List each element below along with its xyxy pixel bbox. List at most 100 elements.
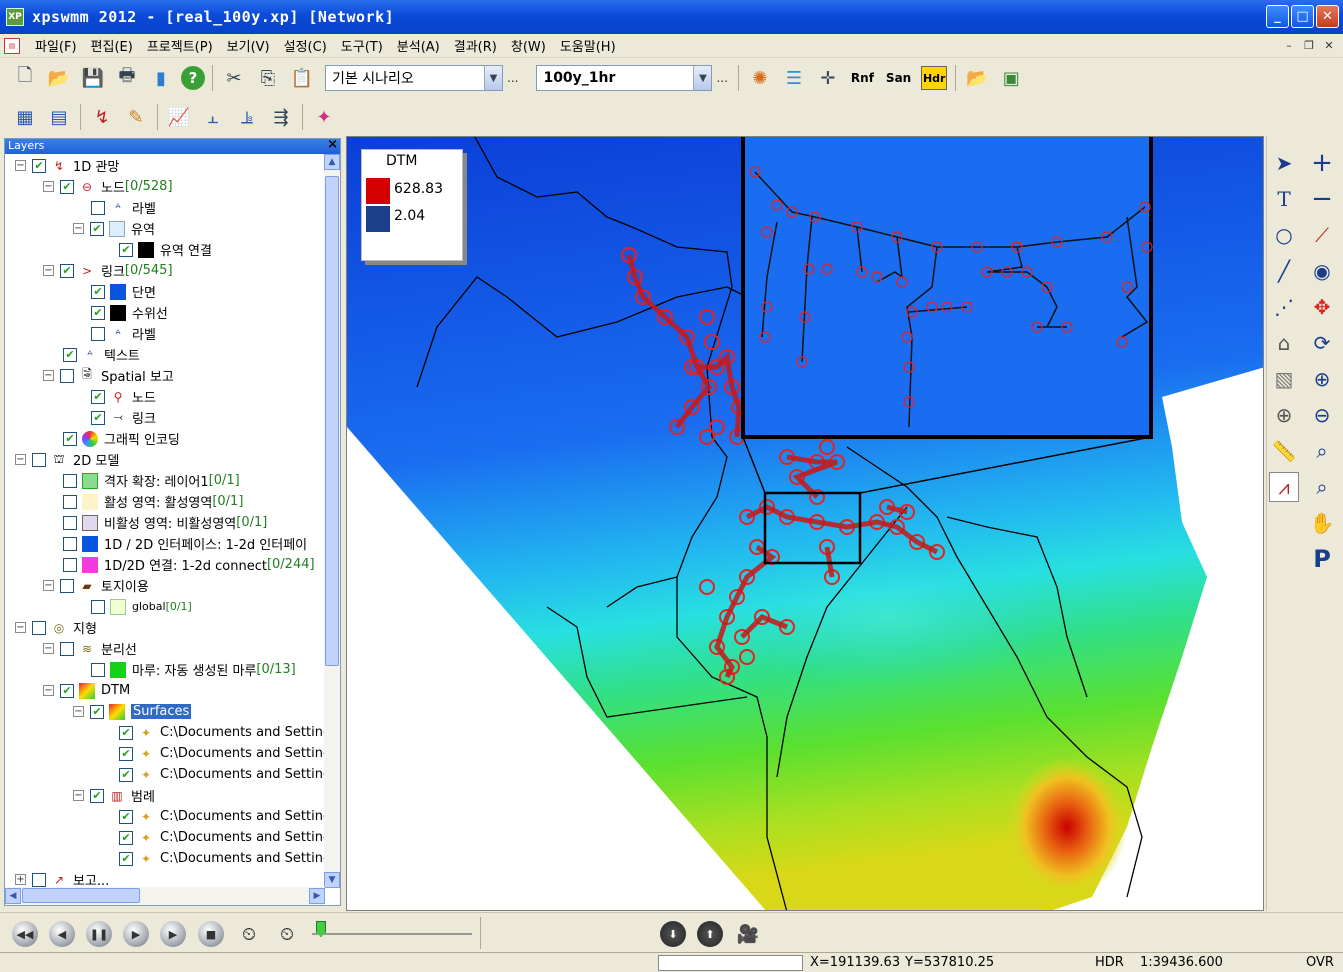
select-arrow-icon[interactable]: ➤: [1269, 148, 1299, 178]
collapse-toggle[interactable]: −: [73, 706, 84, 717]
layer-checkbox[interactable]: ✔: [63, 347, 77, 362]
step-forward-icon[interactable]: ▶: [123, 921, 149, 947]
tree-row[interactable]: ✔ ✦ C:\Documents and Setting: [119, 743, 325, 764]
move-arrows-icon[interactable]: ✥: [1307, 292, 1337, 322]
table-edit-icon[interactable]: ▤: [45, 103, 73, 131]
graph-tool-icon[interactable]: ⩘: [1269, 472, 1299, 502]
layer-checkbox[interactable]: [60, 368, 74, 383]
runoff-button[interactable]: Rnf: [851, 71, 874, 85]
dashed-line-icon[interactable]: ⋰: [1269, 292, 1299, 322]
cut-icon[interactable]: ✂: [220, 64, 248, 92]
layer-checkbox[interactable]: [32, 872, 46, 887]
wand-icon[interactable]: ✦: [310, 103, 338, 131]
profile-icon[interactable]: ⫠: [199, 103, 227, 131]
collapse-toggle[interactable]: −: [15, 454, 26, 465]
layer-checkbox[interactable]: [63, 473, 77, 488]
menu-project[interactable]: 프로젝트(P): [140, 36, 220, 55]
tree-row[interactable]: − ✔ 유역: [73, 218, 155, 239]
collapse-toggle[interactable]: −: [43, 685, 54, 696]
arrow-up-circle-icon[interactable]: ⬆: [697, 921, 723, 947]
collapse-toggle[interactable]: −: [43, 370, 54, 381]
slider-thumb[interactable]: [316, 921, 326, 937]
tree-row[interactable]: global [0/1]: [91, 596, 192, 617]
layer-checkbox[interactable]: [63, 557, 77, 572]
menu-results[interactable]: 결과(R): [447, 36, 504, 55]
open-image-icon[interactable]: 📂: [963, 64, 991, 92]
help-icon[interactable]: ?: [181, 66, 205, 90]
copy-icon[interactable]: ⎘: [254, 64, 282, 92]
camera-record-icon[interactable]: 🎥: [735, 921, 761, 947]
tree-row[interactable]: − ⛫ 2D 모델: [15, 449, 119, 470]
pan-label[interactable]: P: [1307, 544, 1337, 574]
layer-checkbox[interactable]: ✔: [90, 221, 104, 236]
layer-checkbox[interactable]: [91, 662, 105, 677]
layer-checkbox[interactable]: [60, 641, 74, 656]
layer-checkbox[interactable]: [60, 578, 74, 593]
scroll-up-icon[interactable]: ▲: [324, 154, 340, 170]
tree-row[interactable]: ✔ ⤙ 링크: [91, 407, 156, 428]
layers-icon[interactable]: ☰: [780, 64, 808, 92]
layer-checkbox[interactable]: [91, 200, 105, 215]
text-tool-icon[interactable]: T: [1269, 184, 1299, 214]
chevron-down-icon[interactable]: ▼: [484, 66, 502, 90]
layer-checkbox[interactable]: ✔: [91, 410, 105, 425]
polygon-tool-icon[interactable]: ⌂: [1269, 328, 1299, 358]
tree-row[interactable]: − 🗟 Spatial 보고: [43, 365, 174, 386]
tree-row[interactable]: ✔ 그래픽 인코딩: [63, 428, 180, 449]
layer-checkbox[interactable]: ✔: [119, 830, 133, 845]
expand-toggle[interactable]: +: [15, 874, 26, 885]
tree-row[interactable]: − ◎ 지형: [15, 617, 97, 638]
mdi-restore-button[interactable]: ❐: [1301, 37, 1317, 53]
layer-checkbox[interactable]: ✔: [91, 284, 105, 299]
tree-row[interactable]: ✔ ✦ C:\Documents and Setting: [119, 764, 325, 785]
network-node-icon[interactable]: ↯: [88, 103, 116, 131]
gear-colors-icon[interactable]: ✺: [746, 64, 774, 92]
print-icon[interactable]: 🖶: [113, 64, 141, 92]
collapse-toggle[interactable]: −: [15, 160, 26, 171]
tree-row[interactable]: − ✔ Surfaces: [73, 701, 192, 722]
circle-tool-icon[interactable]: ○: [1269, 220, 1299, 250]
collapse-toggle[interactable]: −: [15, 622, 26, 633]
tree-row[interactable]: ✔ ✦ C:\Documents and Setting: [119, 848, 325, 869]
book-icon[interactable]: ▮: [147, 64, 175, 92]
tree-row[interactable]: 1D / 2D 인터페이스: 1-2d 인터페이: [63, 533, 307, 554]
menu-settings[interactable]: 설정(C): [277, 36, 334, 55]
collapse-toggle[interactable]: −: [43, 643, 54, 654]
collapse-toggle[interactable]: −: [73, 790, 84, 801]
tree-row[interactable]: ✔ ✦ C:\Documents and Setting: [119, 806, 325, 827]
menu-file[interactable]: 파일(F): [28, 36, 84, 55]
layer-checkbox[interactable]: [91, 599, 105, 614]
tree-row[interactable]: + ↗ 보고...: [15, 869, 109, 888]
layer-checkbox[interactable]: ✔: [60, 179, 74, 194]
collapse-toggle[interactable]: −: [43, 181, 54, 192]
tree-row[interactable]: 1D/2D 연결: 1-2d connect [0/244]: [63, 554, 315, 575]
event-more-button[interactable]: ...: [716, 71, 727, 85]
tree-row[interactable]: − ✔ ⊖ 노드 [0/528]: [43, 176, 173, 197]
area-tool-icon[interactable]: ▧: [1269, 364, 1299, 394]
remove-minus-icon[interactable]: −: [1307, 184, 1337, 214]
layer-checkbox[interactable]: [63, 515, 77, 530]
layer-checkbox[interactable]: ✔: [91, 389, 105, 404]
layer-checkbox[interactable]: ✔: [90, 788, 104, 803]
close-panel-button[interactable]: ×: [327, 137, 338, 152]
tree-row[interactable]: ✔ ᴬ 텍스트: [63, 344, 140, 365]
menu-window[interactable]: 창(W): [504, 36, 553, 55]
tree-row[interactable]: ᴬ 라벨: [91, 323, 156, 344]
new-file-icon[interactable]: 🗋: [11, 64, 39, 92]
open-folder-icon[interactable]: 📂: [45, 64, 73, 92]
collapse-toggle[interactable]: −: [73, 223, 84, 234]
zoom-out-icon[interactable]: ⊖: [1307, 400, 1337, 430]
tree-row[interactable]: − ✔ DTM: [43, 680, 130, 701]
layers-vertical-scrollbar[interactable]: ▲ ▼: [324, 154, 340, 888]
pause-icon[interactable]: ❚❚: [86, 921, 112, 947]
menu-tools[interactable]: 도구(T): [334, 36, 390, 55]
tree-row[interactable]: ✔ ⚲ 노드: [91, 386, 156, 407]
timer-back-icon[interactable]: ⏲: [236, 921, 262, 947]
tree-row[interactable]: − ▰ 토지이용: [43, 575, 149, 596]
maximize-button[interactable]: □: [1291, 5, 1314, 28]
graph-icon[interactable]: 📈: [165, 103, 193, 131]
layers-horizontal-scrollbar[interactable]: ◀ ▶: [5, 887, 325, 905]
chevron-down-icon[interactable]: ▼: [693, 66, 712, 90]
layer-checkbox[interactable]: [63, 536, 77, 551]
layer-checkbox[interactable]: [91, 326, 105, 341]
